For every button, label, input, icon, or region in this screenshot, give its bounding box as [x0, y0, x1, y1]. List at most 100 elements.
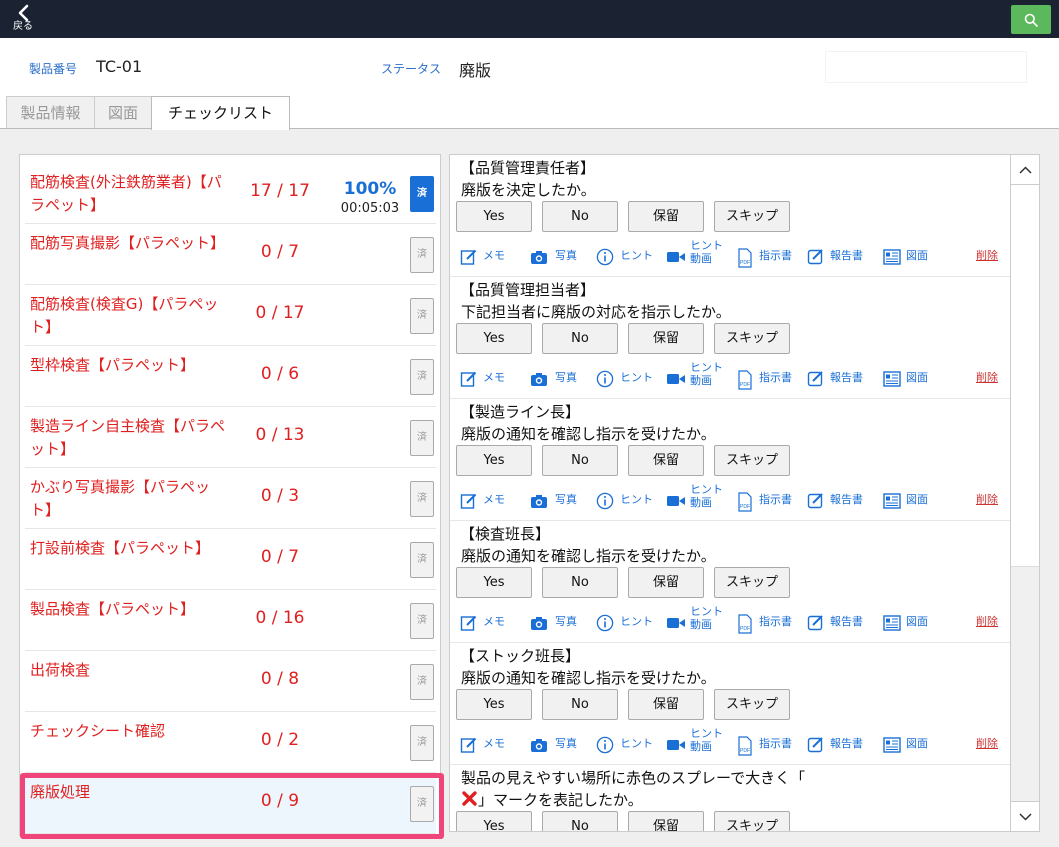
hold-button[interactable]: 保留	[628, 323, 704, 354]
drawing-link[interactable]: 図面	[883, 488, 935, 514]
delete-link[interactable]: 削除	[976, 369, 998, 385]
checklist-name: 打設前検査【パラペット】	[30, 539, 211, 557]
drawing-link[interactable]: 図面	[883, 244, 935, 270]
skip-button[interactable]: スキップ	[714, 689, 790, 720]
checklist-row[interactable]: かぶり写真撮影【パラペット】 0 / 3 済	[25, 468, 436, 529]
report-link[interactable]: 報告書	[807, 366, 871, 392]
report-link[interactable]: 報告書	[807, 732, 871, 758]
scroll-up-button[interactable]	[1011, 155, 1039, 185]
photo-link[interactable]: 写真	[530, 610, 590, 636]
hint-link[interactable]: ヒント	[596, 488, 658, 514]
hold-button[interactable]: 保留	[628, 567, 704, 598]
hold-button[interactable]: 保留	[628, 445, 704, 476]
delete-link[interactable]: 削除	[976, 735, 998, 751]
no-button[interactable]: No	[542, 445, 618, 476]
hint-video-link[interactable]: ヒント 動画	[666, 239, 726, 270]
hint-link[interactable]: ヒント	[596, 366, 658, 392]
hint-link[interactable]: ヒント	[596, 732, 658, 758]
done-button[interactable]: 済	[410, 603, 434, 639]
done-button[interactable]: 済	[410, 176, 434, 212]
hold-button[interactable]: 保留	[628, 201, 704, 232]
hint-video-link[interactable]: ヒント 動画	[666, 605, 726, 636]
delete-link[interactable]: 削除	[976, 491, 998, 507]
hint-video-link[interactable]: ヒント 動画	[666, 361, 726, 392]
scroll-down-button[interactable]	[1011, 801, 1039, 831]
hint-video-link[interactable]: ヒント 動画	[666, 483, 726, 514]
instruction-link[interactable]: PDF 指示書	[737, 244, 799, 270]
instruction-link[interactable]: PDF 指示書	[737, 366, 799, 392]
yes-button[interactable]: Yes	[456, 323, 532, 354]
drawing-link[interactable]: 図面	[883, 610, 935, 636]
done-button[interactable]: 済	[410, 542, 434, 578]
scroll-track[interactable]	[1011, 567, 1039, 801]
memo-link[interactable]: メモ	[460, 610, 520, 636]
instruction-link[interactable]: PDF 指示書	[737, 610, 799, 636]
checklist-row[interactable]: 製品検査【パラペット】 0 / 16 済	[25, 590, 436, 651]
skip-button[interactable]: スキップ	[714, 201, 790, 232]
checklist-row[interactable]: 配筋写真撮影【パラペット】 0 / 7 済	[25, 224, 436, 285]
checklist-row[interactable]: 型枠検査【パラペット】 0 / 6 済	[25, 346, 436, 407]
done-button[interactable]: 済	[410, 420, 434, 456]
drawing-link[interactable]: 図面	[883, 732, 935, 758]
checklist-name: 型枠検査【パラペット】	[30, 356, 196, 374]
checklist-name: かぶり写真撮影【パラペット】	[30, 478, 211, 519]
yes-button[interactable]: Yes	[456, 567, 532, 598]
skip-button[interactable]: スキップ	[714, 567, 790, 598]
checklist-row[interactable]: チェックシート確認 0 / 2 済	[25, 712, 436, 773]
hint-video-link[interactable]: ヒント 動画	[666, 727, 726, 758]
done-button[interactable]: 済	[410, 664, 434, 700]
yes-button[interactable]: Yes	[456, 689, 532, 720]
skip-button[interactable]: スキップ	[714, 811, 790, 831]
drawing-link[interactable]: 図面	[883, 366, 935, 392]
report-link[interactable]: 報告書	[807, 610, 871, 636]
done-button[interactable]: 済	[410, 481, 434, 517]
scroll-thumb[interactable]	[1011, 185, 1039, 567]
delete-link[interactable]: 削除	[976, 613, 998, 629]
instruction-link[interactable]: PDF 指示書	[737, 732, 799, 758]
hint-link[interactable]: ヒント	[596, 244, 658, 270]
yes-button[interactable]: Yes	[456, 201, 532, 232]
no-button[interactable]: No	[542, 323, 618, 354]
checklist-row[interactable]: 打設前検査【パラペット】 0 / 7 済	[25, 529, 436, 590]
back-button[interactable]: 戻る	[10, 2, 36, 36]
memo-link[interactable]: メモ	[460, 244, 520, 270]
yes-button[interactable]: Yes	[456, 445, 532, 476]
hold-button[interactable]: 保留	[628, 811, 704, 831]
done-button[interactable]: 済	[410, 786, 434, 822]
no-button[interactable]: No	[542, 689, 618, 720]
hint-link[interactable]: ヒント	[596, 610, 658, 636]
photo-link[interactable]: 写真	[530, 366, 590, 392]
tab-drawing[interactable]: 図面	[94, 96, 152, 129]
no-button[interactable]: No	[542, 811, 618, 831]
checklist-row[interactable]: 配筋検査(検査G)【パラペット】 0 / 17 済	[25, 285, 436, 346]
skip-button[interactable]: スキップ	[714, 445, 790, 476]
checklist-row[interactable]: 製造ライン自主検査【パラペット】 0 / 13 済	[25, 407, 436, 468]
report-link[interactable]: 報告書	[807, 488, 871, 514]
no-button[interactable]: No	[542, 567, 618, 598]
no-button[interactable]: No	[542, 201, 618, 232]
memo-link[interactable]: メモ	[460, 488, 520, 514]
checklist-row-selected[interactable]: 廃版処理 0 / 9 済	[25, 773, 436, 834]
done-button[interactable]: 済	[410, 359, 434, 395]
delete-link[interactable]: 削除	[976, 247, 998, 263]
checklist-row[interactable]: 出荷検査 0 / 8 済	[25, 651, 436, 712]
skip-button[interactable]: スキップ	[714, 323, 790, 354]
photo-link[interactable]: 写真	[530, 488, 590, 514]
yes-button[interactable]: Yes	[456, 811, 532, 831]
search-button[interactable]	[1011, 5, 1051, 34]
done-button[interactable]: 済	[410, 725, 434, 761]
question-item: 【検査班長】 廃版の通知を確認し指示を受けたか。 Yes No 保留 スキップ メモ 写真 ヒン…	[450, 521, 1010, 643]
report-link[interactable]: 報告書	[807, 244, 871, 270]
hold-button[interactable]: 保留	[628, 689, 704, 720]
instruction-link[interactable]: PDF 指示書	[737, 488, 799, 514]
tab-product-info[interactable]: 製品情報	[6, 96, 95, 129]
scrollbar[interactable]	[1010, 155, 1039, 831]
checklist-row[interactable]: 配筋検査(外注鉄筋業者)【パラペット】 17 / 17 100% 00:05:0…	[25, 163, 436, 224]
done-button[interactable]: 済	[410, 298, 434, 334]
done-button[interactable]: 済	[410, 237, 434, 273]
tab-checklist[interactable]: チェックリスト	[151, 96, 290, 130]
photo-link[interactable]: 写真	[530, 244, 590, 270]
memo-link[interactable]: メモ	[460, 732, 520, 758]
memo-link[interactable]: メモ	[460, 366, 520, 392]
photo-link[interactable]: 写真	[530, 732, 590, 758]
